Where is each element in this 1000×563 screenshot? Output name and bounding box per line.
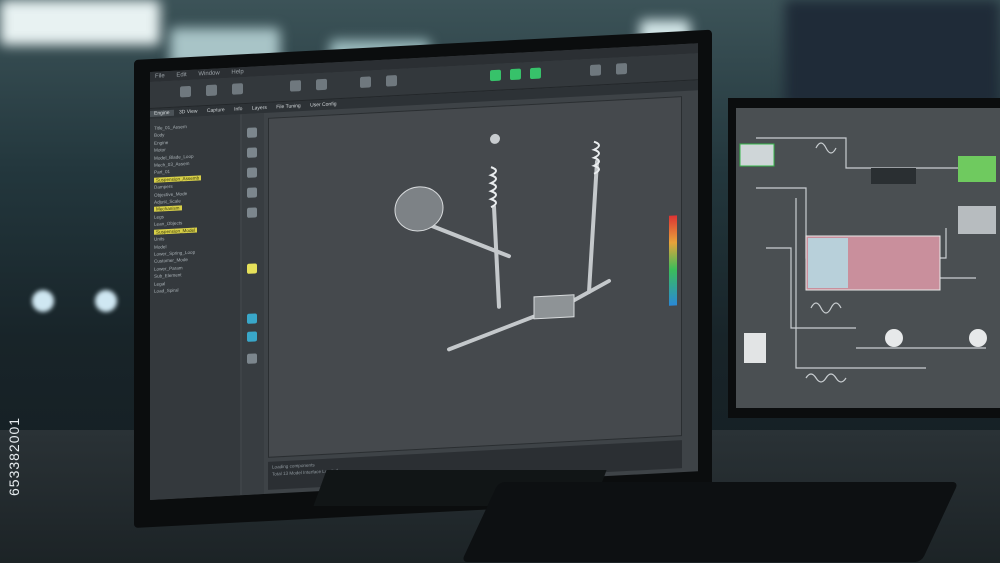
secondary-screen	[736, 108, 1000, 408]
engine-block	[394, 186, 444, 232]
save-icon[interactable]	[180, 85, 191, 98]
settings-icon[interactable]	[590, 64, 601, 76]
pump-left	[885, 329, 903, 347]
cad-application-screen: File Edit Window Help Engine 3D View Cap…	[150, 43, 698, 500]
suspension-model	[394, 133, 611, 352]
undo-icon[interactable]	[206, 84, 217, 97]
tab-3d-view[interactable]: 3D View	[175, 108, 202, 116]
grid-icon[interactable]	[247, 353, 257, 364]
gray-tank	[958, 206, 996, 234]
tab-file-tuning[interactable]: File Tuning	[272, 103, 304, 111]
hvac-schematic	[739, 137, 996, 383]
stock-id-label: 653382001	[6, 416, 22, 496]
light-dot-2	[95, 290, 117, 312]
chamber-section	[808, 238, 848, 288]
highlight-icon[interactable]	[247, 263, 257, 274]
tab-capture[interactable]: Capture	[203, 107, 229, 114]
green-view-icon[interactable]	[530, 67, 541, 80]
menu-item[interactable]: File	[155, 73, 165, 80]
pan-icon[interactable]	[247, 147, 257, 158]
green-view-icon[interactable]	[510, 68, 521, 81]
model-tree: Title_01_Assem Body Engine Motor Model_B…	[154, 120, 236, 295]
3d-viewport[interactable]	[268, 96, 682, 458]
status-display	[739, 143, 775, 167]
green-tank	[958, 156, 996, 182]
menu-item[interactable]: Help	[231, 69, 243, 76]
tree-item-highlighted[interactable]: Mechanism	[154, 205, 182, 213]
tab-layers[interactable]: Layers	[248, 105, 271, 112]
valve-icon	[744, 333, 766, 363]
tab-info[interactable]: Info	[230, 106, 246, 113]
rotate-icon[interactable]	[360, 76, 371, 88]
view-gizmo	[490, 133, 500, 144]
green-view-icon[interactable]	[490, 69, 501, 82]
dark-panel	[785, 0, 1000, 110]
cube-icon[interactable]	[386, 75, 397, 87]
control-unit	[871, 168, 916, 184]
grid-icon[interactable]	[616, 63, 627, 75]
axis-icon[interactable]	[247, 207, 257, 218]
window-glow-left	[0, 0, 160, 45]
color-scale	[669, 215, 677, 306]
tab-user-config[interactable]: User Config	[306, 101, 340, 109]
menu-item[interactable]: Edit	[176, 72, 186, 79]
layer-icon[interactable]	[247, 313, 257, 324]
differential-housing	[533, 294, 575, 320]
zoom-icon[interactable]	[316, 78, 327, 91]
tree-item-highlighted[interactable]: Suspension_Assemb	[154, 175, 202, 183]
zoom-icon[interactable]	[247, 167, 257, 178]
select-icon[interactable]	[247, 127, 257, 138]
light-dot-1	[32, 290, 54, 312]
measure-icon[interactable]	[247, 187, 257, 198]
keyboard	[461, 482, 959, 562]
model-tree-panel: Title_01_Assem Body Engine Motor Model_B…	[150, 114, 240, 500]
tool-column	[242, 113, 264, 496]
tree-item-highlighted[interactable]: Suspension_Model	[154, 227, 198, 235]
layer-icon[interactable]	[247, 331, 257, 342]
pump-right	[969, 329, 987, 347]
menu-item[interactable]: Window	[198, 70, 219, 77]
redo-icon[interactable]	[232, 83, 243, 95]
tab-engine[interactable]: Engine	[150, 109, 174, 117]
move-icon[interactable]	[290, 80, 301, 92]
